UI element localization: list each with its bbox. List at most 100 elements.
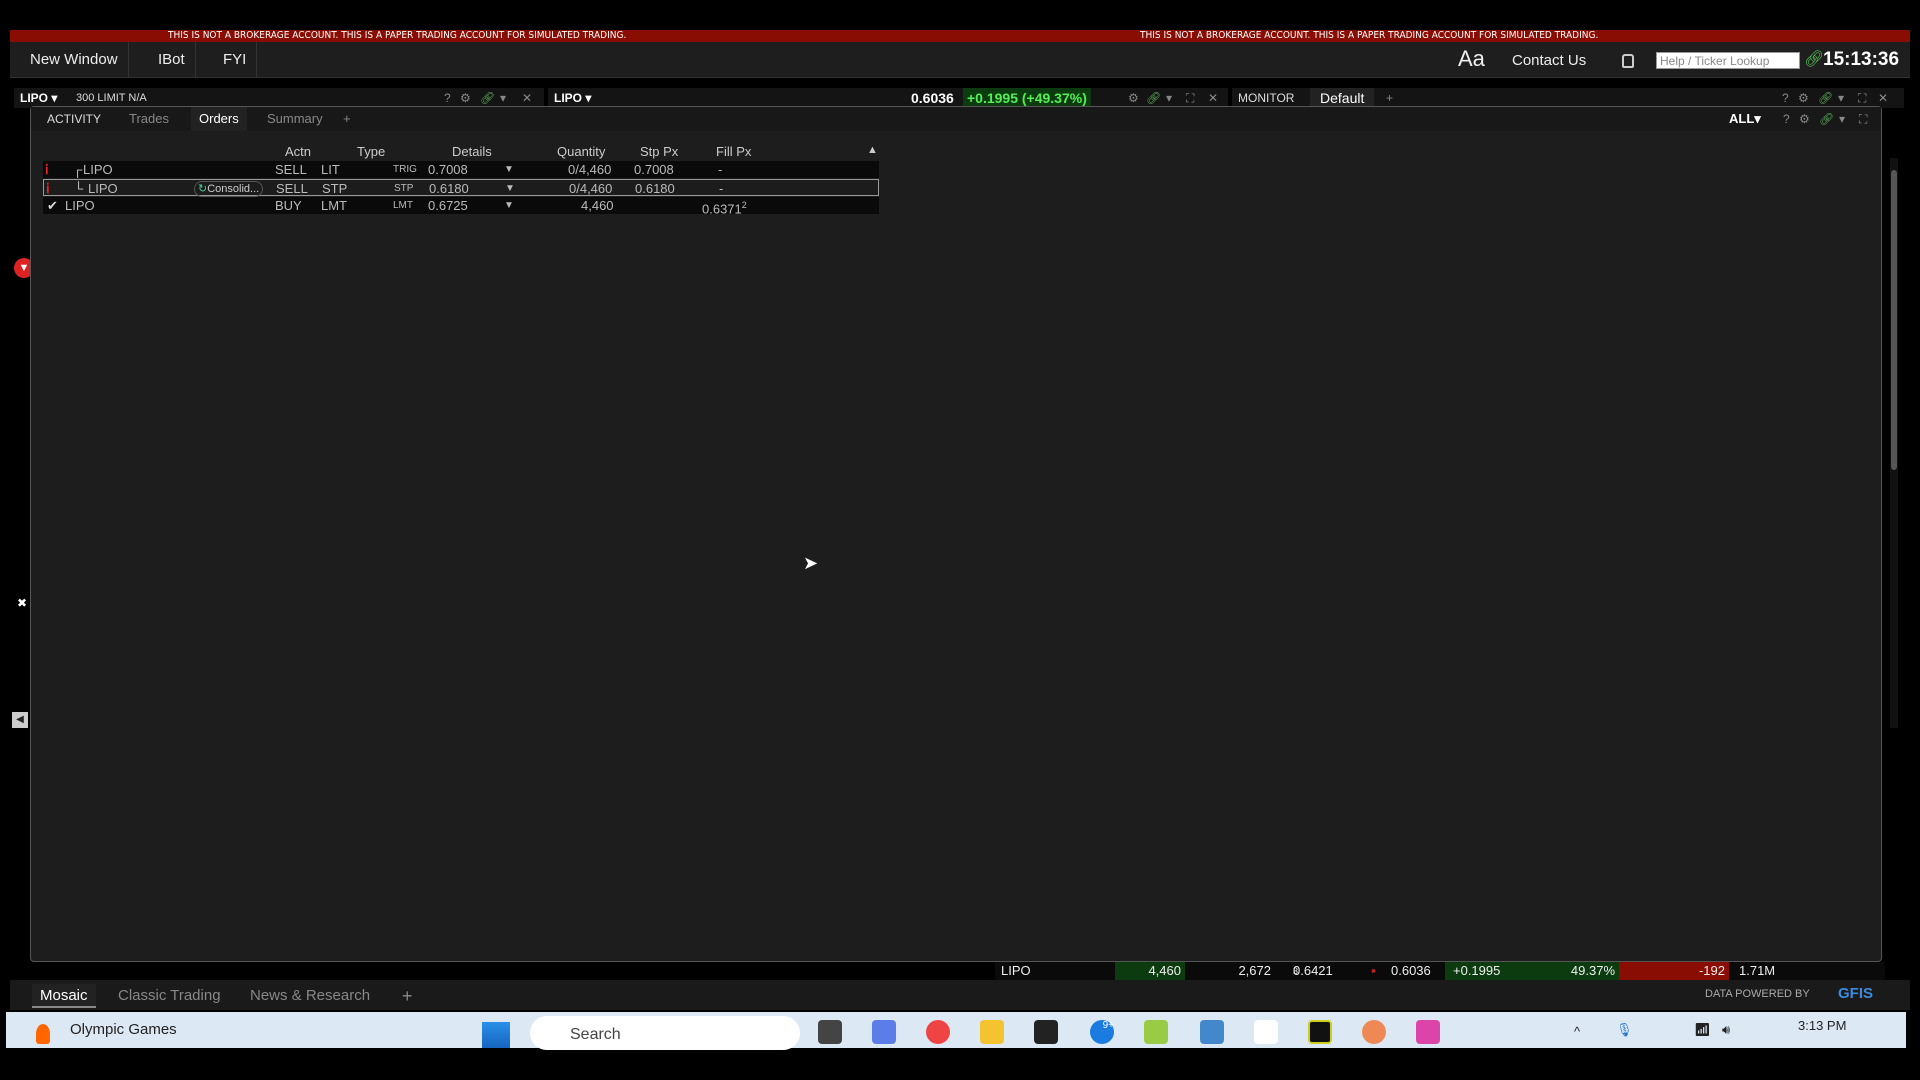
banner-text: THIS IS NOT A BROKERAGE ACCOUNT. THIS IS… — [168, 30, 627, 41]
ibot-button[interactable]: IBot — [148, 42, 196, 78]
tab-default[interactable]: Default — [1310, 88, 1375, 108]
col-fill-px[interactable]: Fill Px — [716, 144, 751, 159]
ticker-lookup-input[interactable]: Help / Ticker Lookup — [1656, 52, 1800, 69]
spinner-icon: ↻ — [198, 183, 208, 195]
new-window-button[interactable]: New Window — [20, 42, 129, 78]
symbol: LIPO — [83, 162, 113, 177]
tab-monitor[interactable]: MONITOR — [1238, 88, 1294, 108]
filter-dropdown[interactable]: ALL▾ — [1729, 111, 1761, 127]
tab-news-research[interactable]: News & Research — [242, 984, 378, 1008]
symbol-selector[interactable]: LIPO ▾ — [554, 88, 591, 108]
symbol-selector[interactable]: LIPO ▾ — [20, 88, 57, 108]
skype-icon[interactable]: 9+ — [1090, 1020, 1114, 1044]
col-stp-px[interactable]: Stp Px — [640, 144, 678, 159]
help-icon[interactable]: ? — [1782, 88, 1789, 108]
stp-px: 0.6180 — [635, 181, 675, 196]
detail-prefix: STP — [394, 183, 414, 194]
notepad-icon[interactable] — [1200, 1020, 1224, 1044]
tab-orders[interactable]: Orders — [191, 107, 247, 131]
windows-start-icon[interactable] — [482, 1022, 510, 1048]
close-icon[interactable]: ✕ — [1878, 88, 1888, 108]
change: +0.1995 — [1445, 962, 1529, 980]
link-icon[interactable]: 🔗︎ — [1818, 88, 1833, 108]
link-icon[interactable]: 🔗︎ — [1819, 112, 1834, 126]
fyi-button[interactable]: FYI — [213, 42, 258, 78]
tws-icon[interactable] — [1254, 1020, 1278, 1044]
windows-taskbar: Olympic Games Search 9+ ^ 🎙︎ 📶︎ 🔊︎ 3:13 … — [6, 1012, 1906, 1050]
order-info: 300 LIMIT N/A — [76, 92, 147, 104]
scrollbar[interactable] — [1890, 158, 1898, 728]
chrome-icon[interactable] — [926, 1020, 950, 1044]
notepad-plus-icon[interactable] — [1144, 1020, 1168, 1044]
table-row-selected[interactable]: ⅰ └ LIPO ↻Consolid... SELL STP STP 0.618… — [43, 179, 879, 197]
torch-icon — [36, 1024, 50, 1044]
copilot-icon[interactable] — [872, 1020, 896, 1044]
table-row[interactable]: ⅰ ┌ LIPO SELL LIT TRIG 0.7008 ▼ 0/4,460 … — [43, 161, 879, 178]
bottom-tabs: Mosaic Classic Trading News & Research +… — [10, 980, 1910, 1010]
close-icon[interactable]: ✖ — [17, 596, 27, 610]
add-tab-icon[interactable]: + — [335, 107, 359, 131]
sort-up-icon[interactable]: ▲ — [867, 144, 878, 156]
clock: 15:13:36 — [1823, 49, 1900, 70]
table-row[interactable]: ✔ LIPO BUY LMT LMT 0.6725 ▼ 4,460 0.6371… — [43, 197, 879, 217]
link-icon[interactable]: 🔗︎ — [480, 88, 495, 108]
taskbar-search[interactable]: Search — [530, 1016, 800, 1050]
close-icon[interactable]: ✕ — [1208, 88, 1218, 108]
type: LMT — [321, 198, 347, 213]
app-icon[interactable] — [1034, 1020, 1058, 1044]
maximize-icon[interactable]: ⛶ — [1858, 88, 1866, 108]
volume-icon[interactable]: 🔊︎ — [1722, 1022, 1730, 1038]
wifi-icon[interactable]: 📶︎ — [1694, 1022, 1711, 1038]
col-quantity[interactable]: Quantity — [557, 144, 605, 159]
collapse-left-icon[interactable]: ◀ — [12, 712, 28, 728]
chevron-down-icon[interactable]: ▾ — [1166, 88, 1172, 108]
mouse-cursor-icon: ➤ — [803, 553, 819, 573]
chevron-down-icon[interactable]: ▾ — [1838, 88, 1844, 108]
tab-trades[interactable]: Trades — [121, 107, 177, 131]
fill-px: 0.63712 — [702, 200, 747, 217]
news-widget[interactable]: Olympic Games — [70, 1021, 177, 1038]
order-entry-panel-header: LIPO ▾ 300 LIMIT N/A ? ⚙ 🔗︎ ▾ ✕ — [14, 88, 544, 108]
tab-summary[interactable]: Summary — [259, 107, 331, 131]
file-explorer-icon[interactable] — [980, 1020, 1004, 1044]
taskbar-clock[interactable]: 3:13 PM — [1798, 1018, 1846, 1033]
photos-icon[interactable] — [1362, 1020, 1386, 1044]
type: LIT — [321, 162, 340, 177]
tab-mosaic[interactable]: Mosaic — [32, 984, 96, 1008]
link-icon[interactable]: 🔗︎ — [1146, 88, 1161, 108]
microphone-icon[interactable]: 🎙︎ — [1616, 1022, 1633, 1038]
col-type[interactable]: Type — [357, 144, 385, 159]
gear-icon[interactable]: ⚙ — [1798, 88, 1809, 108]
col-actn[interactable]: Actn — [285, 144, 311, 159]
chevron-down-icon[interactable]: ▼ — [504, 161, 514, 178]
task-view-icon[interactable] — [818, 1020, 842, 1044]
maximize-icon[interactable]: ⛶ — [1186, 88, 1194, 108]
chevron-down-icon[interactable]: ▾ — [1839, 112, 1845, 126]
gear-icon[interactable]: ⚙ — [1799, 112, 1810, 126]
link-icon[interactable]: 🔗︎ — [1804, 49, 1824, 69]
maximize-icon[interactable]: ⛶ — [1859, 112, 1867, 127]
gear-icon[interactable]: ⚙ — [460, 88, 471, 108]
chevron-down-icon[interactable]: ▼ — [505, 180, 515, 197]
chevron-down-icon[interactable]: ▾ — [500, 88, 506, 108]
gear-icon[interactable]: ⚙ — [1128, 88, 1139, 108]
menu-bar: New Window IBot FYI Aa Contact Us Help /… — [10, 42, 1910, 78]
font-size-button[interactable]: Aa — [1458, 46, 1485, 72]
lock-icon[interactable] — [1622, 54, 1634, 68]
chevron-down-icon[interactable]: ▼ — [504, 197, 514, 214]
app-icon[interactable] — [1416, 1020, 1440, 1044]
pycharm-icon[interactable] — [1308, 1020, 1332, 1044]
contact-us-link[interactable]: Contact Us — [1512, 52, 1586, 69]
position-ticker-row[interactable]: LIPO 4,460 2,672 0.6421 3 ▪ 0.6036 +0.199… — [995, 962, 1885, 980]
tab-classic-trading[interactable]: Classic Trading — [110, 984, 229, 1008]
close-icon[interactable]: ✕ — [522, 88, 532, 108]
help-icon[interactable]: ? — [1783, 112, 1790, 126]
add-tab-icon[interactable]: + — [394, 984, 421, 1008]
help-icon[interactable]: ? — [444, 88, 451, 108]
warning-icon: ⅰ — [46, 181, 50, 196]
chevron-up-icon[interactable]: ^ — [1574, 1024, 1580, 1039]
tab-activity[interactable]: ACTIVITY — [39, 107, 109, 131]
volume: 1.71M — [1739, 963, 1776, 978]
col-details[interactable]: Details — [452, 144, 492, 159]
add-tab-icon[interactable]: + — [1386, 88, 1393, 108]
